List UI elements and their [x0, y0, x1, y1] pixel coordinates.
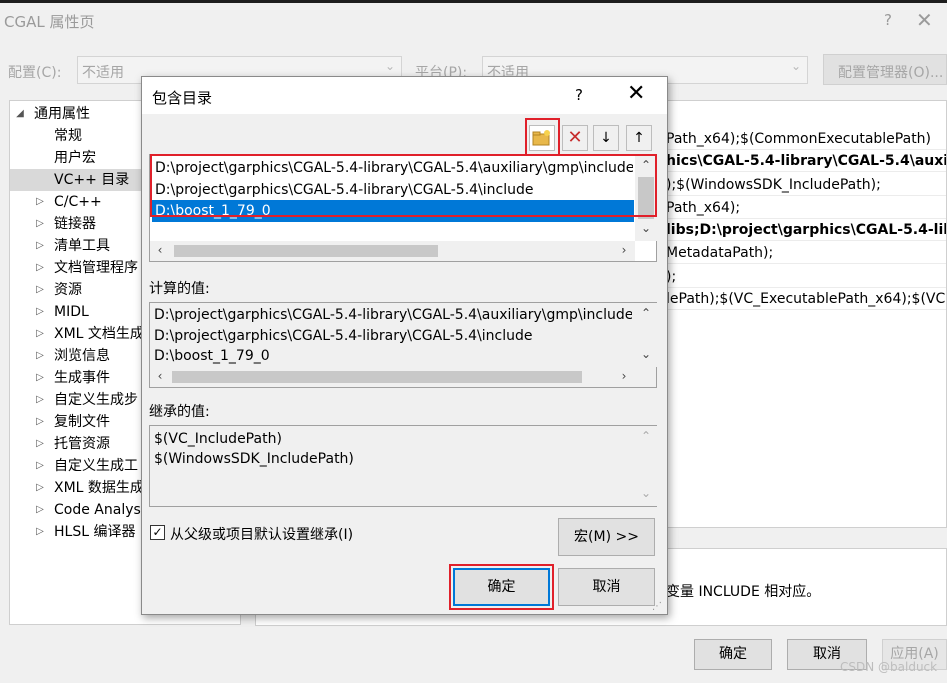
include-directories-dialog: 包含目录 ? ✕ ✕ ↓ ↑ D:\project\garphics\CGAL-…	[141, 76, 668, 615]
dialog-title: 包含目录	[152, 89, 213, 107]
vertical-scrollbar[interactable]: ⌃ ⌄	[635, 426, 657, 506]
delete-button[interactable]: ✕	[562, 125, 588, 151]
scroll-right-icon[interactable]: ›	[616, 369, 632, 383]
expand-arrow-icon[interactable]: ▷	[34, 191, 46, 213]
expand-arrow-icon[interactable]: ▷	[34, 455, 46, 477]
watermark: CSDN @balduck	[840, 660, 938, 674]
grid-value: MetadataPath);	[666, 245, 774, 261]
inherited-value: $(VC_IncludePath)	[154, 431, 282, 447]
config-select-value: 不适用	[82, 65, 124, 81]
grid-value: hics\CGAL-5.4-library\CGAL-5.4\auxiliary	[666, 153, 947, 169]
expand-arrow-icon[interactable]: ▷	[34, 345, 46, 367]
help-icon[interactable]: ?	[884, 11, 892, 29]
tree-item-label: 常规	[54, 128, 82, 144]
arrow-down-icon: ↓	[600, 130, 612, 146]
tree-item-label: 文档管理程序	[54, 260, 138, 276]
computed-value: D:\project\garphics\CGAL-5.4-library\CGA…	[154, 328, 533, 344]
chevron-down-icon: ⌄	[384, 59, 395, 73]
tree-item-label: VC++ 目录	[54, 172, 130, 188]
expand-arrow-icon[interactable]: ▷	[34, 499, 46, 521]
tree-item-label: 浏览信息	[54, 348, 110, 364]
delete-icon: ✕	[567, 127, 583, 148]
inherited-values-label: 继承的值:	[149, 404, 210, 420]
grid-value: libs;D:\project\garphics\CGAL-5.4-lib	[666, 222, 947, 238]
tree-item-label: 用户宏	[54, 150, 96, 166]
expand-arrow-icon[interactable]: ▷	[34, 521, 46, 543]
tree-item-label: Code Analysis	[54, 502, 152, 518]
tree-item-label: 托管资源	[54, 436, 110, 452]
expand-arrow-icon[interactable]: ▷	[34, 367, 46, 389]
expand-arrow-icon[interactable]: ▷	[34, 477, 46, 499]
computed-values-label: 计算的值:	[149, 281, 210, 297]
tree-item-label: 通用属性	[34, 106, 90, 122]
inherited-values-box: $(VC_IncludePath) $(WindowsSDK_IncludePa…	[149, 425, 657, 507]
computed-value: D:\project\garphics\CGAL-5.4-library\CGA…	[154, 307, 632, 323]
highlight-box	[150, 154, 657, 217]
collapse-arrow-icon[interactable]: ◢	[14, 103, 26, 125]
inherited-value: $(WindowsSDK_IncludePath)	[154, 451, 354, 467]
scroll-up-icon[interactable]: ⌃	[638, 429, 654, 443]
expand-arrow-icon[interactable]: ▷	[34, 213, 46, 235]
arrow-up-icon: ↑	[633, 130, 645, 146]
grid-value: lePath);$(VC_ExecutablePath_x64);$(VC	[666, 291, 946, 307]
scroll-down-icon[interactable]: ⌄	[638, 221, 654, 235]
close-icon[interactable]: ✕	[916, 8, 933, 32]
horizontal-scrollbar[interactable]: ‹ ›	[150, 241, 635, 261]
tree-item-label: 复制文件	[54, 414, 110, 430]
config-label: 配置(C):	[8, 65, 62, 81]
highlight-box	[525, 118, 560, 156]
expand-arrow-icon[interactable]: ▷	[34, 389, 46, 411]
scroll-down-icon[interactable]: ⌄	[638, 347, 654, 361]
horizontal-scrollbar[interactable]: ‹ ›	[150, 367, 635, 387]
close-icon[interactable]: ✕	[627, 81, 645, 106]
move-down-button[interactable]: ↓	[593, 125, 619, 151]
resize-grip-icon[interactable]: ⋰	[652, 601, 662, 612]
dialog-cancel-button[interactable]: 取消	[558, 568, 655, 606]
scroll-right-icon[interactable]: ›	[616, 243, 632, 257]
scroll-thumb[interactable]	[174, 245, 438, 257]
tree-item-label: 资源	[54, 282, 82, 298]
expand-arrow-icon[interactable]: ▷	[34, 235, 46, 257]
tree-item-label: XML 数据生成	[54, 480, 144, 496]
tree-item-label: 自定义生成步	[54, 392, 138, 408]
expand-arrow-icon[interactable]: ▷	[34, 411, 46, 433]
macros-button[interactable]: 宏(M) >>	[558, 518, 655, 556]
tree-item-label: MIDL	[54, 304, 89, 320]
vertical-scrollbar[interactable]: ⌃ ⌄	[635, 303, 657, 367]
computed-value: D:\boost_1_79_0	[154, 348, 270, 364]
tree-item-label: XML 文档生成	[54, 326, 144, 342]
tree-item-label: C/C++	[54, 194, 102, 210]
chevron-down-icon: ⌄	[790, 59, 801, 73]
help-icon[interactable]: ?	[575, 86, 583, 104]
description-text: 变量 INCLUDE 相对应。	[666, 584, 821, 600]
move-up-button[interactable]: ↑	[626, 125, 652, 151]
tree-item-label: 生成事件	[54, 370, 110, 386]
scroll-down-icon[interactable]: ⌄	[638, 486, 654, 500]
computed-values-box: D:\project\garphics\CGAL-5.4-library\CGA…	[149, 302, 657, 388]
expand-arrow-icon[interactable]: ▷	[34, 257, 46, 279]
config-manager-button[interactable]: 配置管理器(O)...	[823, 54, 947, 85]
expand-arrow-icon[interactable]: ▷	[34, 301, 46, 323]
scroll-thumb[interactable]	[172, 371, 582, 383]
scroll-left-icon[interactable]: ‹	[152, 369, 168, 383]
tree-item-label: 链接器	[54, 216, 96, 232]
dialog-titlebar	[142, 77, 667, 114]
grid-value: );$(WindowsSDK_IncludePath);	[666, 177, 881, 193]
tree-item-label: HLSL 编译器	[54, 524, 136, 540]
grid-value: Path_x64);$(CommonExecutablePath)	[666, 131, 932, 147]
expand-arrow-icon[interactable]: ▷	[34, 433, 46, 455]
highlight-box	[449, 564, 554, 610]
inherit-checkbox-label[interactable]: 从父级或项目默认设置继承(I)	[170, 524, 353, 544]
grid-value: Path_x64);	[666, 200, 741, 216]
expand-arrow-icon[interactable]: ▷	[34, 279, 46, 301]
ok-button[interactable]: 确定	[694, 639, 772, 670]
scroll-up-icon[interactable]: ⌃	[638, 306, 654, 320]
inherit-checkbox[interactable]: ✓	[150, 525, 165, 540]
tree-item-label: 自定义生成工	[54, 458, 138, 474]
tree-item-label: 清单工具	[54, 238, 110, 254]
scroll-left-icon[interactable]: ‹	[152, 243, 168, 257]
expand-arrow-icon[interactable]: ▷	[34, 323, 46, 345]
window-title: CGAL 属性页	[4, 13, 95, 31]
